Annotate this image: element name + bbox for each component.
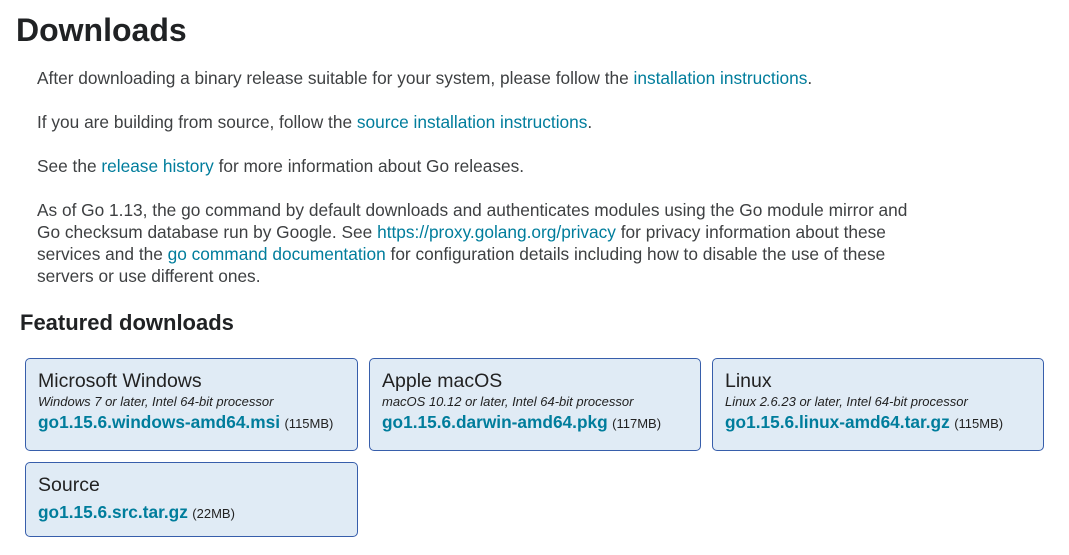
file-size: (117MB): [612, 416, 662, 431]
intro-paragraph-modules: As of Go 1.13, the go command by default…: [37, 199, 917, 287]
download-card-linux[interactable]: Linux Linux 2.6.23 or later, Intel 64-bi…: [712, 358, 1044, 451]
file-size: (22MB): [192, 506, 235, 521]
card-requirements: Windows 7 or later, Intel 64-bit process…: [38, 394, 274, 409]
download-file-link[interactable]: go1.15.6.src.tar.gz: [38, 502, 188, 522]
intro-p2-end: .: [587, 112, 593, 132]
intro-paragraph-source: If you are building from source, follow …: [37, 111, 917, 133]
card-requirements: macOS 10.12 or later, Intel 64-bit proce…: [382, 394, 634, 409]
installation-instructions-link[interactable]: installation instructions: [634, 68, 808, 88]
intro-text: After downloading a binary release suita…: [37, 67, 917, 309]
intro-p2-text: If you are building from source, follow …: [37, 112, 357, 132]
card-file-row: go1.15.6.src.tar.gz (22MB): [38, 501, 345, 525]
download-card-macos[interactable]: Apple macOS macOS 10.12 or later, Intel …: [369, 358, 701, 451]
file-size: (115MB): [284, 416, 334, 431]
card-file-row: go1.15.6.darwin-amd64.pkg (117MB): [382, 411, 688, 435]
page-title: Downloads: [16, 12, 187, 48]
download-file-link[interactable]: go1.15.6.darwin-amd64.pkg: [382, 412, 608, 432]
go-command-documentation-link[interactable]: go command documentation: [168, 244, 386, 264]
intro-paragraph-history: See the release history for more informa…: [37, 155, 917, 177]
card-os-name: Microsoft Windows: [38, 370, 202, 392]
card-os-name: Apple macOS: [382, 370, 503, 392]
card-os-name: Source: [38, 474, 100, 496]
download-file-link[interactable]: go1.15.6.linux-amd64.tar.gz: [725, 412, 950, 432]
download-card-source[interactable]: Source go1.15.6.src.tar.gz (22MB): [25, 462, 358, 537]
download-card-windows[interactable]: Microsoft Windows Windows 7 or later, In…: [25, 358, 358, 451]
featured-downloads-heading: Featured downloads: [20, 310, 234, 335]
card-file-row: go1.15.6.windows-amd64.msi (115MB): [38, 411, 345, 435]
file-size: (115MB): [954, 416, 1004, 431]
release-history-link[interactable]: release history: [101, 156, 213, 176]
card-requirements: Linux 2.6.23 or later, Intel 64-bit proc…: [725, 394, 968, 409]
source-installation-instructions-link[interactable]: source installation instructions: [357, 112, 588, 132]
intro-p1-end: .: [807, 68, 813, 88]
card-os-name: Linux: [725, 370, 772, 392]
proxy-privacy-link[interactable]: https://proxy.golang.org/privacy: [377, 222, 616, 242]
card-file-row: go1.15.6.linux-amd64.tar.gz (115MB): [725, 411, 1031, 435]
download-file-link[interactable]: go1.15.6.windows-amd64.msi: [38, 412, 280, 432]
intro-p3-end: for more information about Go releases.: [213, 156, 525, 176]
intro-p1-text: After downloading a binary release suita…: [37, 68, 634, 88]
intro-paragraph-binary: After downloading a binary release suita…: [37, 67, 917, 89]
intro-p3-text: See the: [37, 156, 102, 176]
